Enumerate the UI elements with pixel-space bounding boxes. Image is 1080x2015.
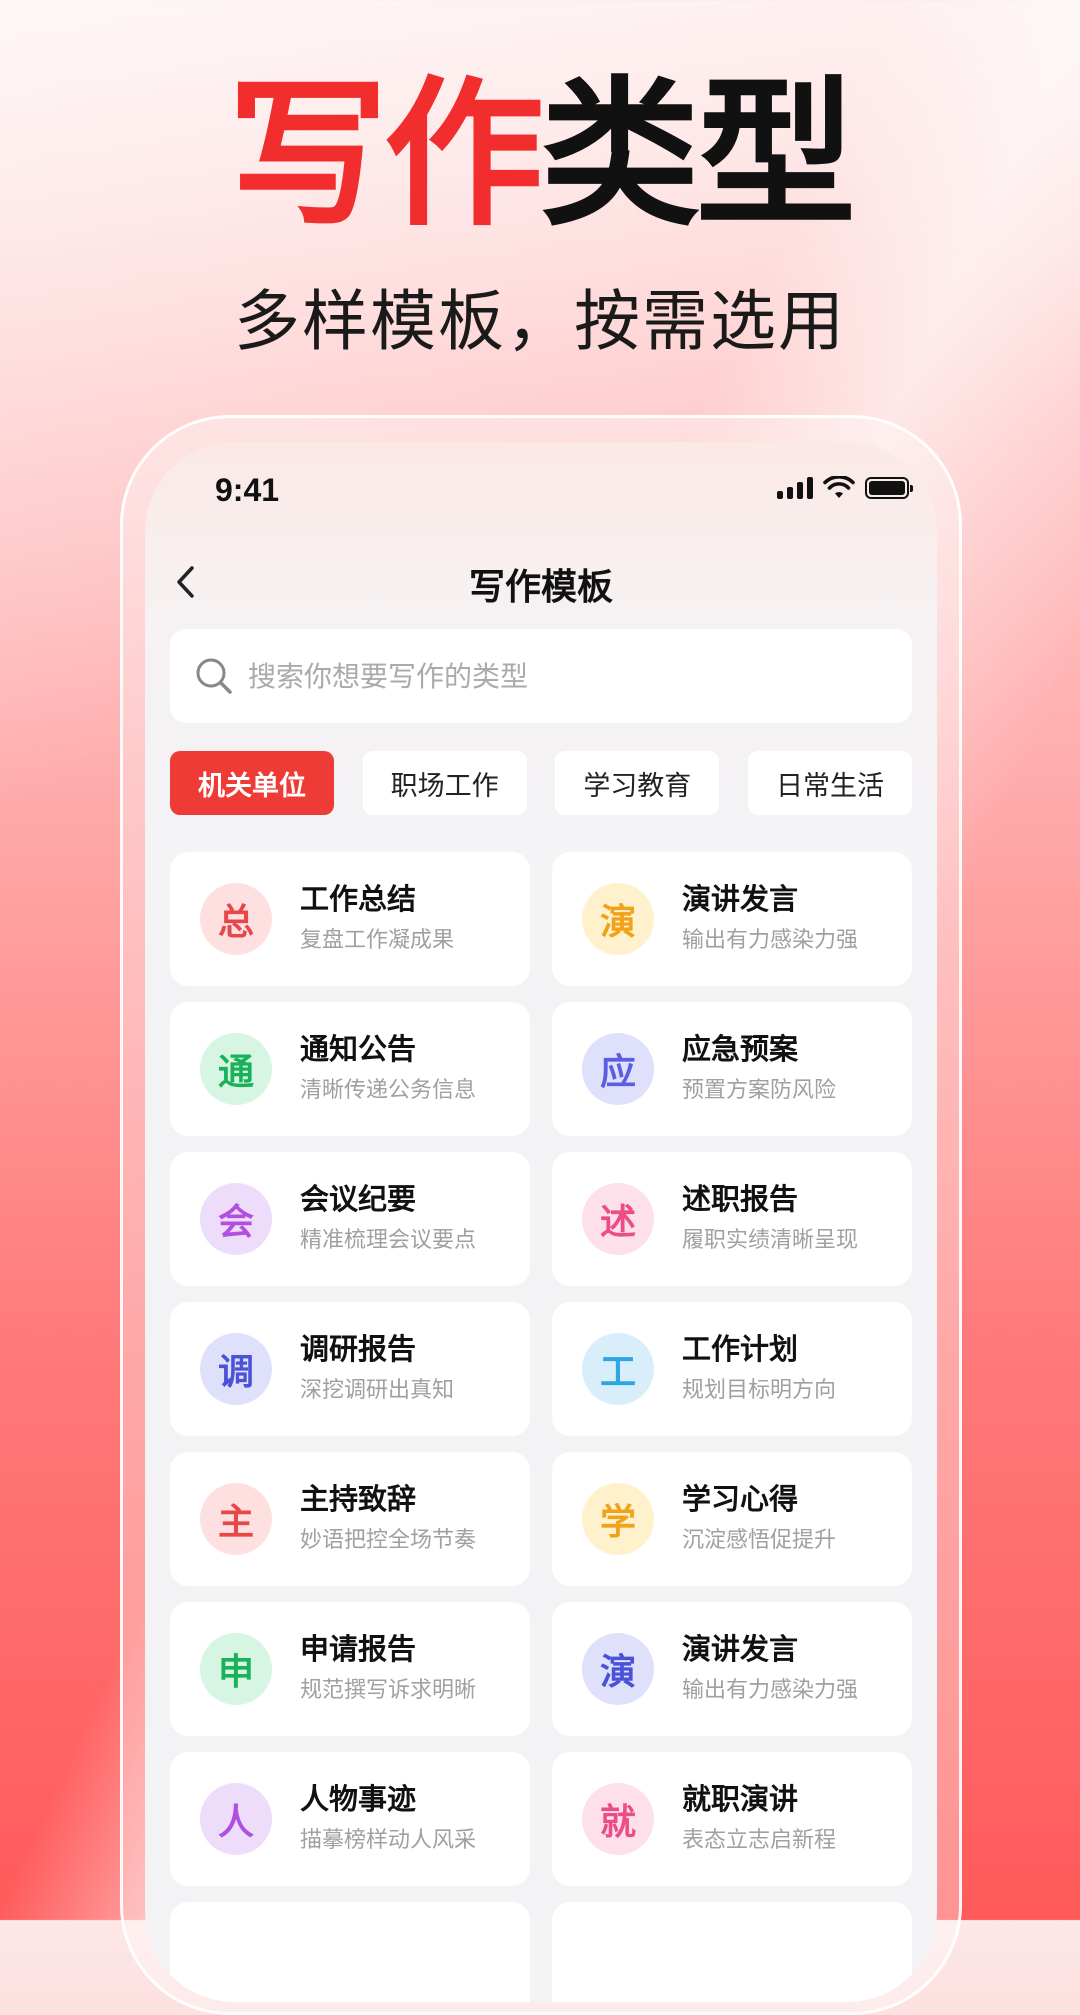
template-title: 演讲发言 xyxy=(682,882,799,916)
template-badge-icon: 会 xyxy=(200,1183,272,1255)
template-title: 人物事迹 xyxy=(300,1782,417,1816)
template-badge-icon: 调 xyxy=(200,1333,272,1405)
tab-label: 学习教育 xyxy=(583,770,692,802)
template-description: 输出有力感染力强 xyxy=(682,928,859,953)
template-card[interactable]: 总 工作总结 复盘工作凝成果 xyxy=(170,852,530,986)
template-badge-icon: 申 xyxy=(200,1633,272,1705)
template-card-partial[interactable] xyxy=(170,1902,530,2002)
status-bar: 9:41 xyxy=(145,442,937,542)
template-badge-icon: 工 xyxy=(582,1333,654,1405)
template-badge-icon: 演 xyxy=(582,883,654,955)
template-card[interactable]: 主 主持致辞 妙语把控全场节奏 xyxy=(170,1452,530,1586)
battery-icon xyxy=(865,477,913,499)
template-description: 表态立志启新程 xyxy=(682,1828,837,1853)
tab-label: 职场工作 xyxy=(390,770,499,802)
phone-screen: 9:41 写作模板 机关单位 职场工作 xyxy=(145,442,937,2002)
template-card[interactable]: 会 会议纪要 精准梳理会议要点 xyxy=(170,1152,530,1286)
template-title: 通知公告 xyxy=(300,1032,417,1066)
template-card[interactable]: 应 应急预案 预置方案防风险 xyxy=(552,1002,912,1136)
template-card-partial[interactable] xyxy=(552,1902,912,2002)
template-card[interactable]: 演 演讲发言 输出有力感染力强 xyxy=(552,1602,912,1736)
template-title: 就职演讲 xyxy=(682,1782,799,1816)
template-badge-icon: 演 xyxy=(582,1633,654,1705)
wifi-icon xyxy=(823,476,855,498)
promo-title: 写作 类型 xyxy=(0,64,1080,244)
template-description: 妙语把控全场节奏 xyxy=(300,1528,477,1553)
search-icon xyxy=(196,658,232,694)
template-title: 工作计划 xyxy=(682,1332,799,1366)
status-icons xyxy=(777,476,913,500)
page-title: 写作模板 xyxy=(468,566,613,608)
template-title: 主持致辞 xyxy=(300,1482,417,1516)
template-card[interactable]: 学 学习心得 沉淀感悟促提升 xyxy=(552,1452,912,1586)
template-badge-icon: 学 xyxy=(582,1483,654,1555)
promo-title-accent: 写作 xyxy=(227,60,544,248)
template-title: 申请报告 xyxy=(300,1632,417,1666)
template-title: 述职报告 xyxy=(682,1182,799,1216)
search-input[interactable] xyxy=(246,658,912,694)
template-grid: 总 工作总结 复盘工作凝成果 演 演讲发言 输出有力感染力强 通 通知公告 清晰… xyxy=(170,852,912,2002)
tab-daily-life[interactable]: 日常生活 xyxy=(747,751,912,815)
template-description: 规划目标明方向 xyxy=(682,1378,837,1403)
template-card[interactable]: 人 人物事迹 描摹榜样动人风采 xyxy=(170,1752,530,1886)
template-badge-icon: 总 xyxy=(200,883,272,955)
promo-subtitle: 多样模板，按需选用 xyxy=(234,283,846,360)
template-card[interactable]: 申 申请报告 规范撰写诉求明晰 xyxy=(170,1602,530,1736)
template-card[interactable]: 通 通知公告 清晰传递公务信息 xyxy=(170,1002,530,1136)
promo-title-plain: 类型 xyxy=(540,60,856,248)
template-card[interactable]: 演 演讲发言 输出有力感染力强 xyxy=(552,852,912,986)
nav-bar: 写作模板 xyxy=(145,542,937,622)
template-description: 复盘工作凝成果 xyxy=(300,928,455,953)
template-card[interactable]: 工 工作计划 规划目标明方向 xyxy=(552,1302,912,1436)
status-time: 9:41 xyxy=(215,472,280,508)
template-title: 调研报告 xyxy=(300,1332,417,1366)
category-tabs: 机关单位 职场工作 学习教育 日常生活 xyxy=(170,751,912,815)
template-description: 深挖调研出真知 xyxy=(300,1378,455,1403)
template-description: 清晰传递公务信息 xyxy=(300,1078,477,1103)
template-badge-icon: 通 xyxy=(200,1033,272,1105)
tab-workplace[interactable]: 职场工作 xyxy=(362,751,527,815)
tab-government-units[interactable]: 机关单位 xyxy=(170,751,334,815)
search-bar[interactable] xyxy=(170,629,912,723)
template-description: 履职实绩清晰呈现 xyxy=(682,1228,859,1253)
tab-education[interactable]: 学习教育 xyxy=(555,751,720,815)
template-title: 演讲发言 xyxy=(682,1632,799,1666)
template-card[interactable]: 就 就职演讲 表态立志启新程 xyxy=(552,1752,912,1886)
template-badge-icon: 就 xyxy=(582,1783,654,1855)
template-description: 精准梳理会议要点 xyxy=(300,1228,477,1253)
template-description: 规范撰写诉求明晰 xyxy=(300,1678,477,1703)
template-description: 输出有力感染力强 xyxy=(682,1678,859,1703)
template-description: 沉淀感悟促提升 xyxy=(682,1528,837,1553)
template-badge-icon: 人 xyxy=(200,1783,272,1855)
template-description: 描摹榜样动人风采 xyxy=(300,1828,477,1853)
template-badge-icon: 主 xyxy=(200,1483,272,1555)
template-badge-icon: 述 xyxy=(582,1183,654,1255)
template-badge-icon: 应 xyxy=(582,1033,654,1105)
cellular-signal-icon xyxy=(777,477,813,499)
template-title: 会议纪要 xyxy=(300,1182,417,1216)
template-title: 工作总结 xyxy=(300,882,417,916)
template-title: 学习心得 xyxy=(682,1482,799,1516)
template-card[interactable]: 述 述职报告 履职实绩清晰呈现 xyxy=(552,1152,912,1286)
tab-label: 日常生活 xyxy=(775,770,884,802)
template-title: 应急预案 xyxy=(682,1032,799,1066)
template-description: 预置方案防风险 xyxy=(682,1078,837,1103)
tab-label: 机关单位 xyxy=(198,770,306,802)
template-card[interactable]: 调 调研报告 深挖调研出真知 xyxy=(170,1302,530,1436)
